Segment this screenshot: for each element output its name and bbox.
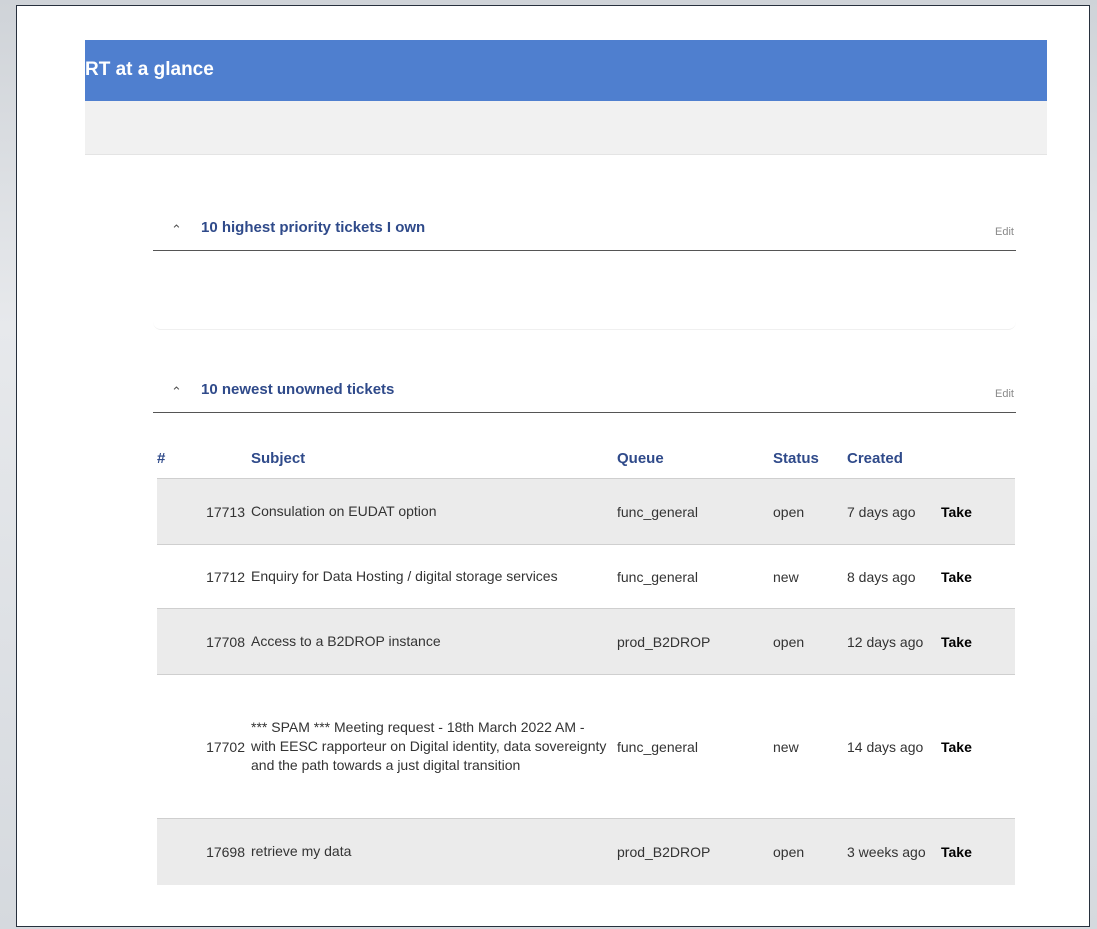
ticket-subject-link[interactable]: Access to a B2DROP instance bbox=[251, 633, 441, 649]
ticket-subject-link[interactable]: Consulation on EUDAT option bbox=[251, 503, 436, 519]
take-ticket-link[interactable]: Take bbox=[941, 544, 1015, 609]
ticket-queue: func_general bbox=[617, 674, 773, 819]
ticket-id-link[interactable]: 17698 bbox=[206, 844, 245, 860]
table-row: 17712 Enquiry for Data Hosting / digital… bbox=[157, 544, 1015, 609]
edit-link-unowned-tickets[interactable]: Edit bbox=[995, 388, 1014, 400]
take-ticket-link[interactable]: Take bbox=[941, 818, 1015, 885]
column-header-created[interactable]: Created bbox=[847, 438, 941, 479]
ticket-subject-link[interactable]: retrieve my data bbox=[251, 843, 351, 859]
page-title: RT at a glance bbox=[85, 59, 214, 80]
take-ticket-link[interactable]: Take bbox=[941, 478, 1015, 545]
ticket-created: 7 days ago bbox=[847, 478, 941, 545]
portlet-body-my-tickets bbox=[153, 249, 1016, 330]
take-ticket-link[interactable]: Take bbox=[941, 674, 1015, 819]
ticket-status: open bbox=[773, 608, 847, 675]
ticket-created: 3 weeks ago bbox=[847, 818, 941, 885]
table-row: 17702 *** SPAM *** Meeting request - 18t… bbox=[157, 674, 1015, 819]
ticket-id-link[interactable]: 17708 bbox=[206, 634, 245, 650]
portlet-title-unowned-tickets[interactable]: 10 newest unowned tickets bbox=[201, 381, 394, 398]
column-header-number[interactable]: # bbox=[157, 438, 251, 479]
edit-link-my-tickets[interactable]: Edit bbox=[995, 226, 1014, 238]
portlet-header-unowned-tickets: ⌃ 10 newest unowned tickets Edit bbox=[153, 380, 1016, 413]
ticket-queue: prod_B2DROP bbox=[617, 608, 773, 675]
ticket-id[interactable]: 17702 bbox=[157, 674, 251, 819]
ticket-subject[interactable]: Access to a B2DROP instance bbox=[251, 608, 617, 675]
column-header-subject[interactable]: Subject bbox=[251, 438, 617, 479]
page-header: RT at a glance bbox=[85, 40, 1047, 101]
ticket-id-link[interactable]: 17702 bbox=[206, 739, 245, 755]
ticket-id[interactable]: 17712 bbox=[157, 544, 251, 609]
tickets-table: # Subject Queue Status Created 17713 Con… bbox=[157, 438, 1015, 885]
ticket-queue: func_general bbox=[617, 544, 773, 609]
ticket-subject-link[interactable]: Enquiry for Data Hosting / digital stora… bbox=[251, 568, 558, 584]
table-row: 17708 Access to a B2DROP instance prod_B… bbox=[157, 608, 1015, 675]
page-menu-bar bbox=[85, 101, 1047, 155]
ticket-created: 14 days ago bbox=[847, 674, 941, 819]
portlet-title-my-tickets[interactable]: 10 highest priority tickets I own bbox=[201, 219, 425, 236]
ticket-status: open bbox=[773, 818, 847, 885]
ticket-subject[interactable]: *** SPAM *** Meeting request - 18th Marc… bbox=[251, 674, 617, 819]
ticket-subject-link[interactable]: *** SPAM *** Meeting request - 18th Marc… bbox=[251, 719, 606, 773]
ticket-queue: func_general bbox=[617, 478, 773, 545]
collapse-chevron-icon[interactable]: ⌃ bbox=[171, 384, 182, 400]
table-row: 17698 retrieve my data prod_B2DROP open … bbox=[157, 818, 1015, 885]
ticket-created: 8 days ago bbox=[847, 544, 941, 609]
ticket-id[interactable]: 17698 bbox=[157, 818, 251, 885]
column-header-status[interactable]: Status bbox=[773, 438, 847, 479]
table-row: 17713 Consulation on EUDAT option func_g… bbox=[157, 478, 1015, 545]
browser-frame: RT at a glance ⌃ 10 highest priority tic… bbox=[16, 5, 1090, 927]
ticket-queue: prod_B2DROP bbox=[617, 818, 773, 885]
column-header-queue[interactable]: Queue bbox=[617, 438, 773, 479]
table-header-row: # Subject Queue Status Created bbox=[157, 438, 1015, 479]
ticket-created: 12 days ago bbox=[847, 608, 941, 675]
ticket-id-link[interactable]: 17712 bbox=[206, 569, 245, 585]
ticket-id[interactable]: 17713 bbox=[157, 478, 251, 545]
ticket-id-link[interactable]: 17713 bbox=[206, 504, 245, 520]
ticket-subject[interactable]: Enquiry for Data Hosting / digital stora… bbox=[251, 544, 617, 609]
portlet-header-my-tickets: ⌃ 10 highest priority tickets I own Edit bbox=[153, 218, 1016, 251]
collapse-chevron-icon[interactable]: ⌃ bbox=[171, 222, 182, 238]
ticket-status: new bbox=[773, 674, 847, 819]
take-ticket-link[interactable]: Take bbox=[941, 608, 1015, 675]
ticket-subject[interactable]: Consulation on EUDAT option bbox=[251, 478, 617, 545]
ticket-status: open bbox=[773, 478, 847, 545]
ticket-status: new bbox=[773, 544, 847, 609]
ticket-id[interactable]: 17708 bbox=[157, 608, 251, 675]
ticket-subject[interactable]: retrieve my data bbox=[251, 818, 617, 885]
